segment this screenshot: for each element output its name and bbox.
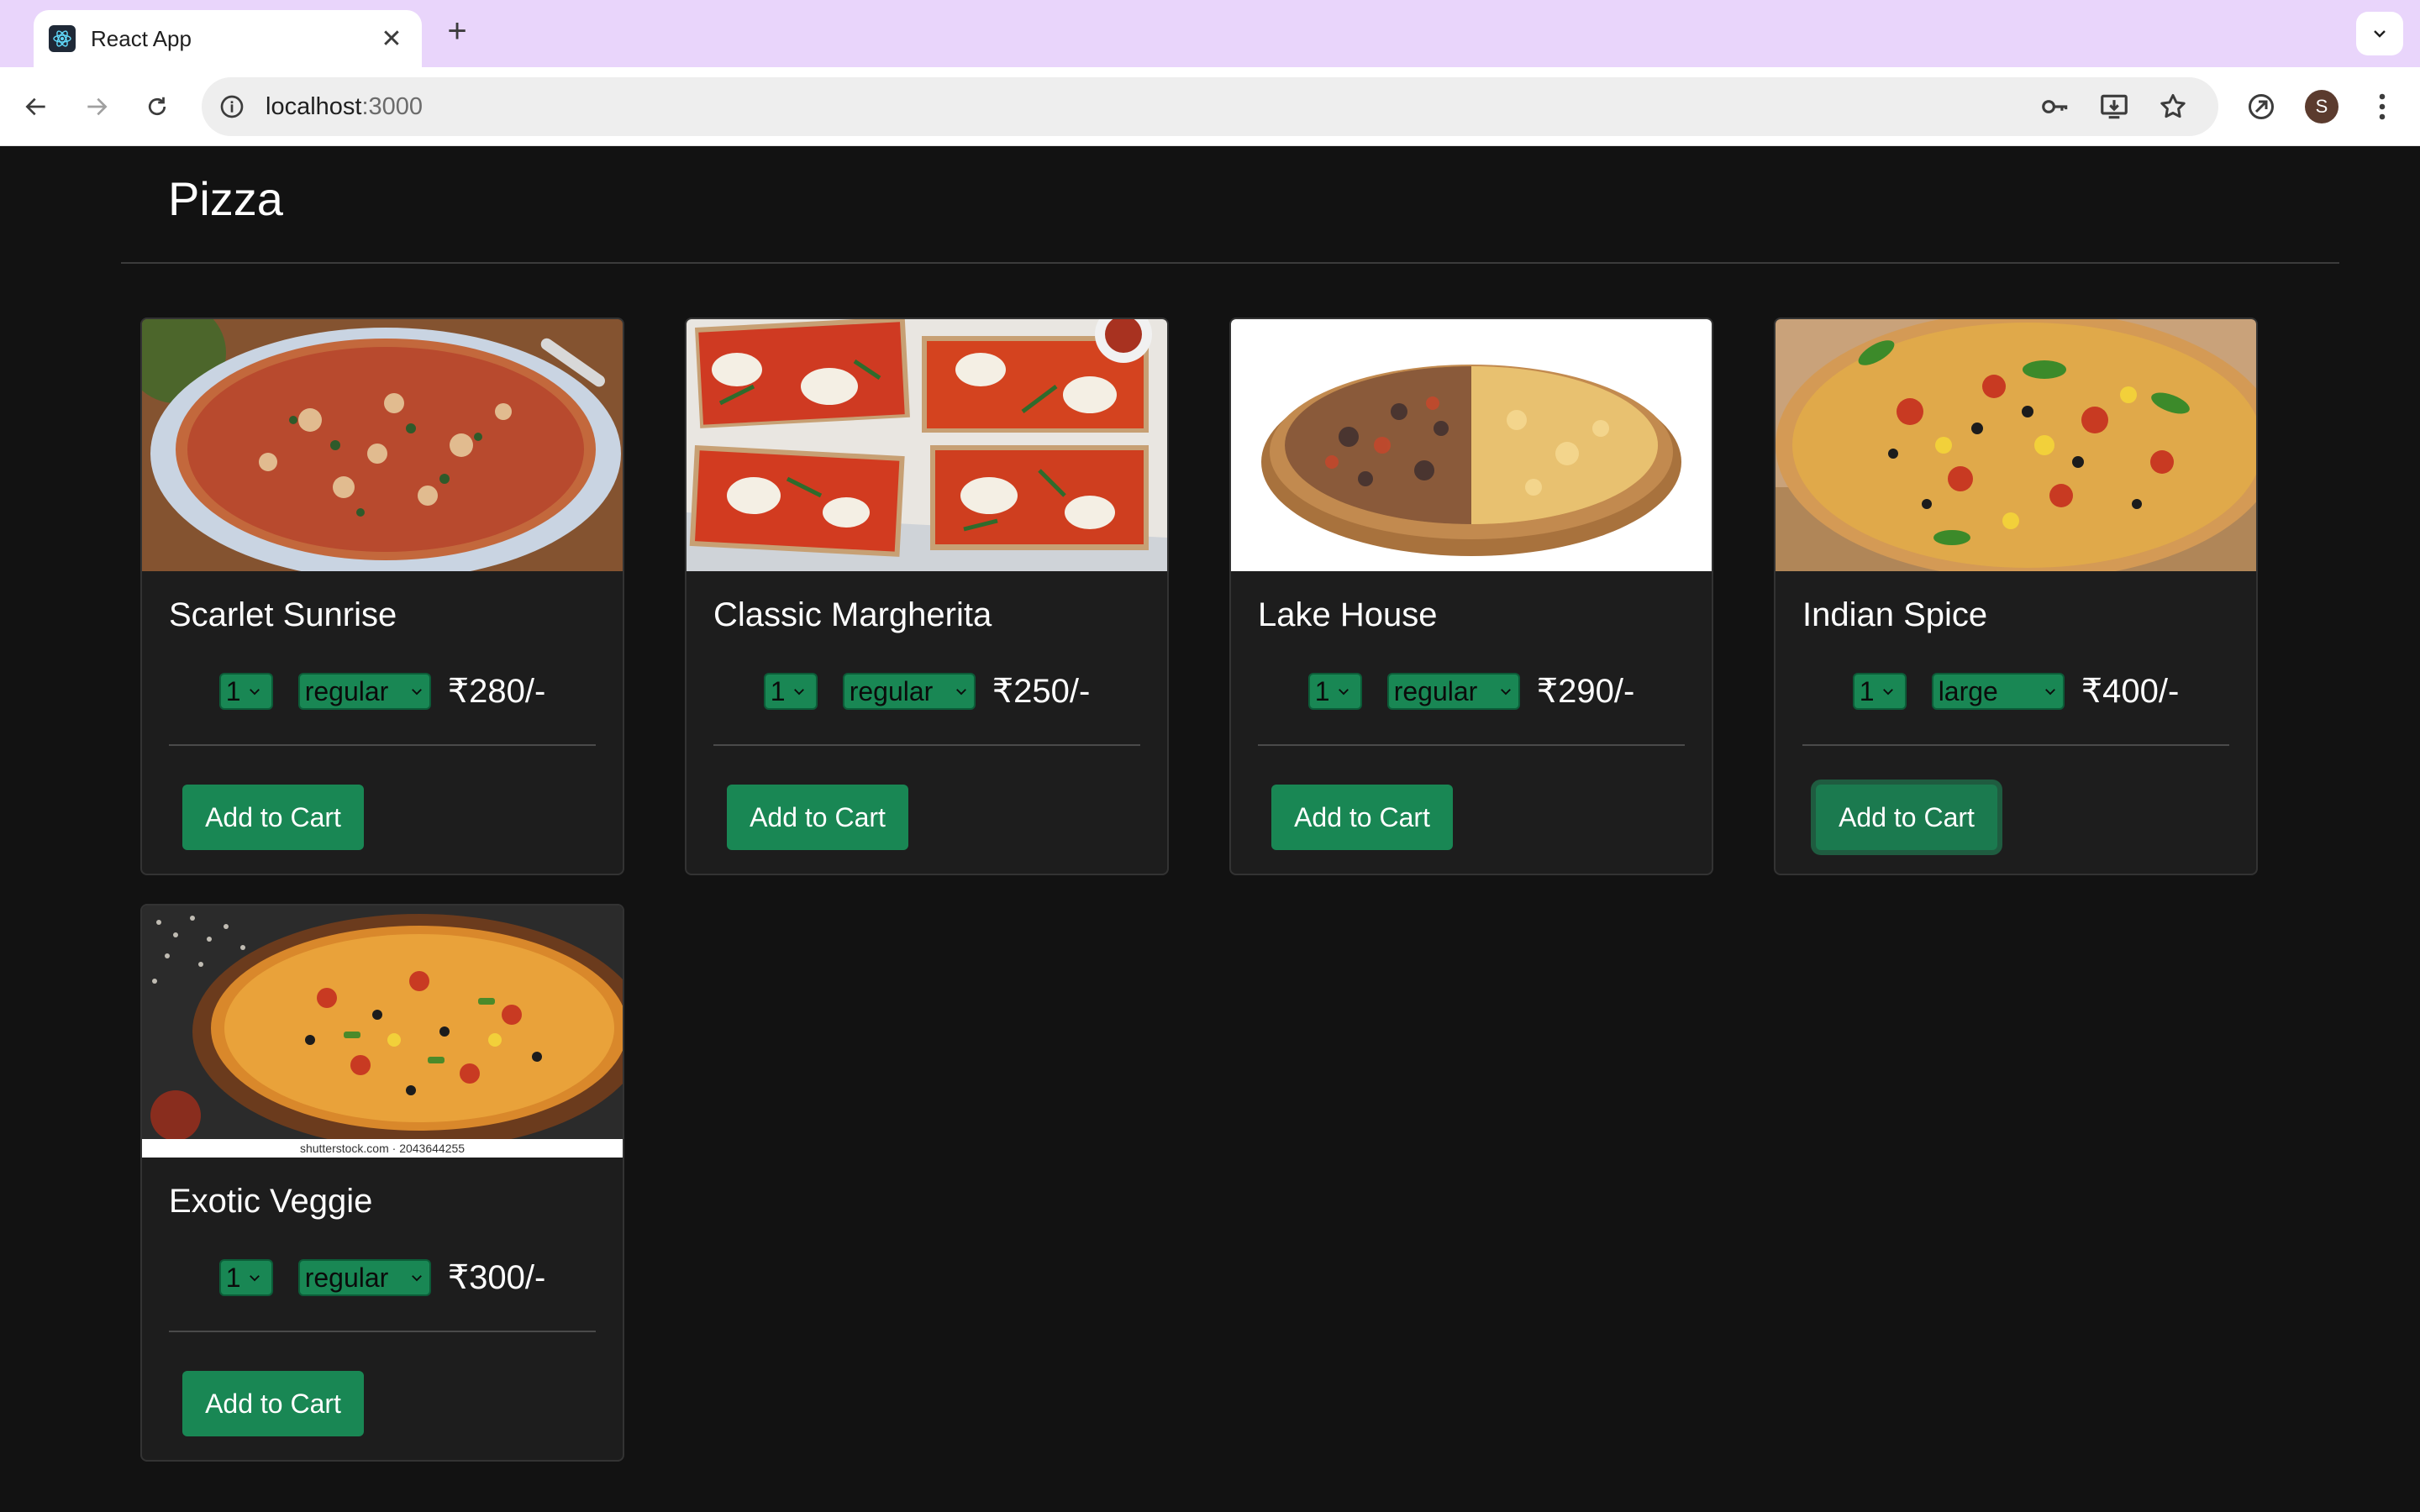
image-watermark-caption: shutterstock.com · 2043644255 <box>299 1142 466 1155</box>
chevron-down-icon <box>2043 684 2058 699</box>
card-divider <box>713 744 1140 746</box>
browser-tab[interactable]: React App ✕ <box>34 10 422 67</box>
tab-close-icon[interactable]: ✕ <box>376 24 407 54</box>
product-options: 1 regular ₹300/- <box>142 1258 623 1297</box>
page-title: Pizza <box>168 172 283 225</box>
header-divider <box>121 262 2339 264</box>
quantity-value: 1 <box>1859 675 1875 706</box>
product-card: shutterstock.com · 2043644255 Exotic Veg… <box>140 904 624 1462</box>
add-to-cart-button[interactable]: Add to Cart <box>727 785 908 850</box>
product-card: Indian Spice 1 large ₹400/- Add to Cart <box>1774 318 2258 875</box>
size-select[interactable]: regular <box>1386 673 1520 710</box>
pizza-image <box>142 319 623 571</box>
size-value: regular <box>304 1262 389 1293</box>
size-value: regular <box>1393 675 1478 706</box>
chevron-down-icon <box>247 1270 262 1285</box>
profile-avatar[interactable]: S <box>2301 86 2343 128</box>
pizza-image: shutterstock.com · 2043644255 <box>142 906 623 1158</box>
pizza-image <box>1776 319 2256 571</box>
back-arrow-icon[interactable] <box>15 86 57 128</box>
bookmark-star-icon[interactable] <box>2156 90 2190 123</box>
pizza-image <box>1231 319 1712 571</box>
quantity-select[interactable]: 1 <box>218 1259 273 1296</box>
size-value: regular <box>849 675 934 706</box>
card-divider <box>169 1331 596 1332</box>
quantity-value: 1 <box>225 1262 241 1293</box>
password-key-icon[interactable] <box>2039 90 2072 123</box>
quantity-select[interactable]: 1 <box>1852 673 1907 710</box>
size-select[interactable]: large <box>1931 673 2065 710</box>
product-name: Indian Spice <box>1802 596 1988 633</box>
quantity-select[interactable]: 1 <box>1307 673 1362 710</box>
chevron-down-icon <box>792 684 807 699</box>
site-info-icon[interactable] <box>217 92 247 122</box>
chevron-down-icon <box>1336 684 1351 699</box>
product-card: Scarlet Sunrise 1 regular ₹280/- Add to … <box>140 318 624 875</box>
product-name: Exotic Veggie <box>169 1183 373 1220</box>
card-divider <box>1802 744 2229 746</box>
product-options: 1 regular ₹280/- <box>142 672 623 711</box>
product-name: Classic Margherita <box>713 596 992 633</box>
product-options: 1 large ₹400/- <box>1776 672 2256 711</box>
product-name: Scarlet Sunrise <box>169 596 397 633</box>
reload-icon[interactable] <box>136 86 178 128</box>
product-price: ₹250/- <box>992 673 1091 710</box>
quantity-value: 1 <box>225 675 241 706</box>
add-to-cart-button[interactable]: Add to Cart <box>182 785 364 850</box>
card-divider <box>1258 744 1685 746</box>
product-card: Lake House 1 regular ₹290/- Add to Cart <box>1229 318 1713 875</box>
url-host: localhost <box>266 92 362 120</box>
new-tab-icon[interactable]: + <box>439 13 476 50</box>
add-to-cart-button[interactable]: Add to Cart <box>1816 785 1997 850</box>
product-price: ₹300/- <box>447 1259 546 1296</box>
tab-search-icon[interactable] <box>2356 12 2403 55</box>
address-bar[interactable]: localhost:3000 <box>202 77 2218 136</box>
extension-icon[interactable] <box>2240 86 2282 128</box>
size-value: large <box>1938 675 1998 706</box>
browser-tab-strip: React App ✕ + <box>0 0 2420 67</box>
browser-toolbar: localhost:3000 S <box>0 67 2420 146</box>
size-select[interactable]: regular <box>297 1259 431 1296</box>
add-to-cart-button[interactable]: Add to Cart <box>182 1371 364 1436</box>
card-divider <box>169 744 596 746</box>
product-options: 1 regular ₹250/- <box>687 672 1167 711</box>
forward-arrow-icon[interactable] <box>76 86 118 128</box>
url-text[interactable]: localhost:3000 <box>266 93 2039 121</box>
quantity-select[interactable]: 1 <box>763 673 818 710</box>
avatar-initial: S <box>2305 90 2338 123</box>
chevron-down-icon <box>1881 684 1896 699</box>
add-to-cart-button[interactable]: Add to Cart <box>1271 785 1453 850</box>
chevron-down-icon <box>1498 684 1513 699</box>
chevron-down-icon <box>247 684 262 699</box>
quantity-value: 1 <box>1314 675 1330 706</box>
quantity-value: 1 <box>770 675 786 706</box>
quantity-select[interactable]: 1 <box>218 673 273 710</box>
kebab-menu-icon[interactable] <box>2361 86 2403 128</box>
page-content: Pizza Scarlet Sunrise 1 regular ₹280/- A… <box>0 146 2420 1512</box>
pizza-image <box>687 319 1167 571</box>
chevron-down-icon <box>409 1270 424 1285</box>
chevron-down-icon <box>409 684 424 699</box>
react-favicon-icon <box>49 25 76 52</box>
size-select[interactable]: regular <box>297 673 431 710</box>
size-value: regular <box>304 675 389 706</box>
tab-title: React App <box>91 25 192 51</box>
product-options: 1 regular ₹290/- <box>1231 672 1712 711</box>
chevron-down-icon <box>954 684 969 699</box>
product-price: ₹290/- <box>1536 673 1635 710</box>
product-card: Classic Margherita 1 regular ₹250/- Add … <box>685 318 1169 875</box>
product-price: ₹280/- <box>447 673 546 710</box>
url-port: :3000 <box>361 92 424 120</box>
size-select[interactable]: regular <box>842 673 976 710</box>
product-price: ₹400/- <box>2081 673 2180 710</box>
product-name: Lake House <box>1258 596 1438 633</box>
install-app-icon[interactable] <box>2097 90 2131 123</box>
